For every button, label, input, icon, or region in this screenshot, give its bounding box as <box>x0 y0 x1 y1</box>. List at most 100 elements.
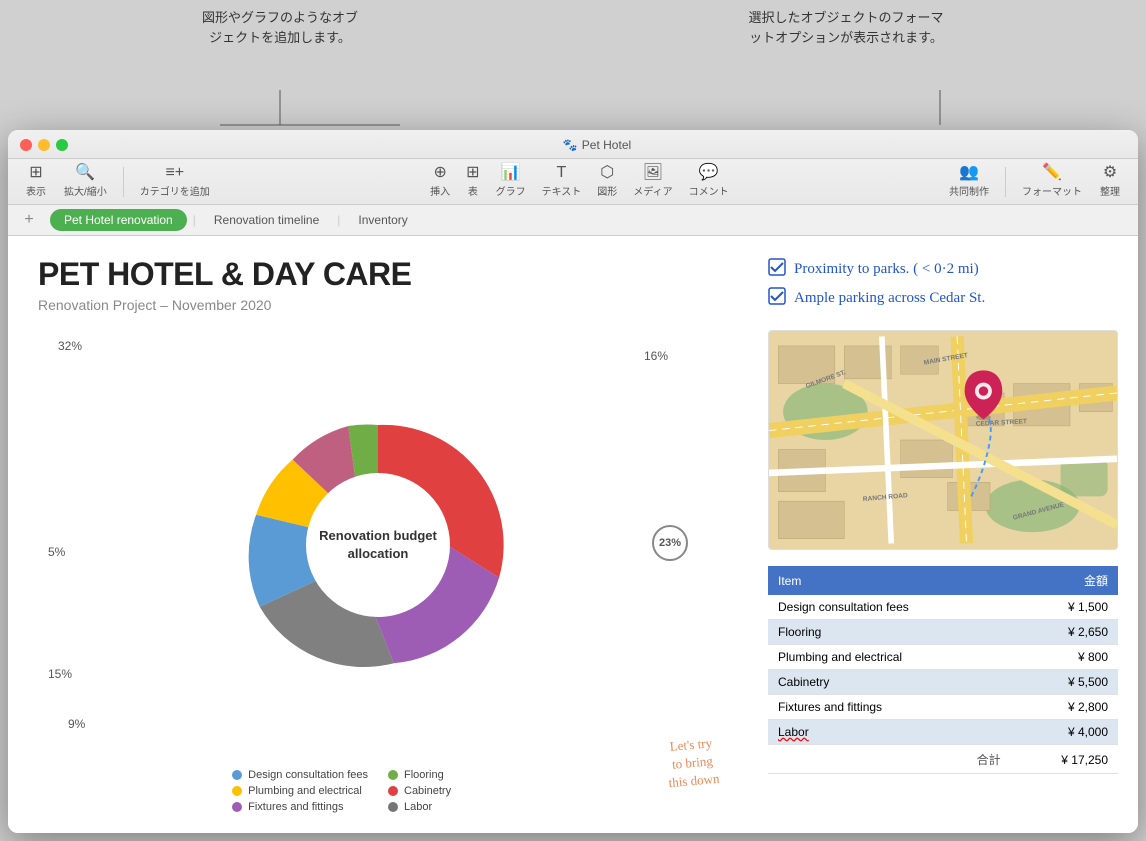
handwriting-annotation: Let's tryto bringthis down <box>665 734 720 793</box>
legend-label-plumbing: Plumbing and electrical <box>248 785 362 797</box>
legend-cabinetry: Cabinetry <box>388 785 524 797</box>
toolbar-separator-1 <box>123 167 124 197</box>
note-line1: Proximity to parks. ( < 0·2 mi) <box>794 256 979 283</box>
table-header-item: Item <box>768 566 1011 595</box>
comment-icon: 💬 <box>699 165 719 181</box>
labor-text: Labor <box>778 725 809 739</box>
annotations: 図形やグラフのようなオブジェクトを追加します。 選択したオブジェクトのフォーマッ… <box>0 0 1146 130</box>
maximize-button[interactable] <box>56 139 68 151</box>
close-button[interactable] <box>20 139 32 151</box>
chart-center-line2: allocation <box>348 546 409 561</box>
table-cell-amount: ¥ 5,500 <box>1011 670 1118 695</box>
table-label: 表 <box>468 183 478 198</box>
legend-dot-plumbing <box>232 786 242 796</box>
tab-renovation-timeline[interactable]: Renovation timeline <box>198 207 335 233</box>
table-cell-item: Fixtures and fittings <box>768 695 1011 720</box>
table-cell-amount: ¥ 2,650 <box>1011 620 1118 645</box>
tab-label-3: Inventory <box>358 213 407 227</box>
table-row: Design consultation fees ¥ 1,500 <box>768 595 1118 620</box>
chart-legend: Design consultation fees Flooring Plumbi… <box>212 769 544 813</box>
minimize-button[interactable] <box>38 139 50 151</box>
budget-table: Item 金額 Design consultation fees ¥ 1,500… <box>768 566 1118 774</box>
tab-pet-hotel-renovation[interactable]: Pet Hotel renovation <box>50 209 187 231</box>
text-button[interactable]: T テキスト <box>536 163 588 200</box>
legend-plumbing: Plumbing and electrical <box>232 785 368 797</box>
insert-label: 挿入 <box>430 183 450 198</box>
legend-label-labor: Labor <box>404 801 432 813</box>
table-cell-item: Plumbing and electrical <box>768 645 1011 670</box>
table-cell-item: Flooring <box>768 620 1011 645</box>
tabbar: + Pet Hotel renovation | Renovation time… <box>8 205 1138 236</box>
comment-button[interactable]: 💬 コメント <box>683 163 735 200</box>
table-cell-item: Design consultation fees <box>768 595 1011 620</box>
percent-32: 32% <box>58 339 82 353</box>
tab-inventory[interactable]: Inventory <box>342 207 423 233</box>
window-title-icon: 🐾 <box>563 138 578 152</box>
shapes-button[interactable]: ⬡ 図形 <box>591 163 623 200</box>
legend-label-design: Design consultation fees <box>248 769 368 781</box>
window-title-text: Pet Hotel <box>582 138 631 152</box>
left-panel: PET HOTEL & DAY CARE Renovation Project … <box>8 236 748 833</box>
view-label: 表示 <box>26 183 46 198</box>
table-button[interactable]: ⊞ 表 <box>460 163 485 200</box>
chart-center-line1: Renovation budget <box>319 528 437 543</box>
organize-label: 整理 <box>1100 183 1120 198</box>
table-total-row: 合計 ¥ 17,250 <box>768 745 1118 774</box>
chart-with-labels: 32% 5% 15% 9% 16% <box>38 329 718 761</box>
annotation-right: 選択したオブジェクトのフォーマットオプションが表示されます。 <box>746 8 946 47</box>
table-cell-amount: ¥ 4,000 <box>1011 720 1118 745</box>
organize-button[interactable]: ⚙ 整理 <box>1094 163 1126 200</box>
table-total-label: 合計 <box>768 745 1011 774</box>
percent-5: 5% <box>48 545 65 559</box>
percent-16: 16% <box>644 349 668 363</box>
view-icon: ⊞ <box>29 165 42 181</box>
legend-flooring: Flooring <box>388 769 524 781</box>
callout-text: 23% <box>659 537 681 549</box>
toolbar-right: 👥 共同制作 ✏️ フォーマット ⚙ 整理 <box>943 163 1126 200</box>
app-window: 🐾 Pet Hotel ⊞ 表示 🔍 拡大/縮小 ≡+ カテゴリを追加 ⊕ <box>8 130 1138 833</box>
percent-15: 15% <box>48 667 72 681</box>
chart-icon: 📊 <box>501 165 521 181</box>
format-button[interactable]: ✏️ フォーマット <box>1016 163 1088 200</box>
legend-dot-cabinetry <box>388 786 398 796</box>
donut-center-text: Renovation budget allocation <box>318 527 438 563</box>
table-row: Plumbing and electrical ¥ 800 <box>768 645 1118 670</box>
toolbar-center: ⊕ 挿入 ⊞ 表 📊 グラフ T テキスト ⬡ 図形 🖼 メディア <box>220 163 939 200</box>
legend-label-fixtures: Fixtures and fittings <box>248 801 343 813</box>
legend-label-flooring: Flooring <box>404 769 444 781</box>
category-button[interactable]: ≡+ カテゴリを追加 <box>134 163 216 200</box>
map: MAIN STREET CEDAR STREET GILMORE ST. RAN… <box>768 330 1118 550</box>
format-icon: ✏️ <box>1042 165 1062 181</box>
callout-23-area: 23% <box>652 525 688 561</box>
organize-icon: ⚙ <box>1103 165 1117 181</box>
format-label: フォーマット <box>1022 183 1082 198</box>
insert-button[interactable]: ⊕ 挿入 <box>424 163 456 200</box>
zoom-button[interactable]: 🔍 拡大/縮小 <box>58 163 113 200</box>
map-svg: MAIN STREET CEDAR STREET GILMORE ST. RAN… <box>769 331 1117 549</box>
titlebar: 🐾 Pet Hotel <box>8 130 1138 159</box>
toolbar: ⊞ 表示 🔍 拡大/縮小 ≡+ カテゴリを追加 ⊕ 挿入 ⊞ 表 <box>8 159 1138 205</box>
checkbox-item-2: Ample parking across Cedar St. <box>768 285 1118 312</box>
table-row: Fixtures and fittings ¥ 2,800 <box>768 695 1118 720</box>
chart-area: 32% 5% 15% 9% 16% <box>38 329 718 813</box>
collab-icon: 👥 <box>959 165 979 181</box>
table-cell-item: Cabinetry <box>768 670 1011 695</box>
media-button[interactable]: 🖼 メディア <box>627 163 678 200</box>
chart-button[interactable]: 📊 グラフ <box>490 163 532 200</box>
view-button[interactable]: ⊞ 表示 <box>20 163 52 200</box>
table-row: Cabinetry ¥ 5,500 <box>768 670 1118 695</box>
shapes-icon: ⬡ <box>600 165 614 181</box>
category-icon: ≡+ <box>165 165 184 181</box>
toolbar-separator-2 <box>1005 167 1006 197</box>
percent-9: 9% <box>68 717 85 731</box>
text-icon: T <box>557 165 567 181</box>
donut-chart: Renovation budget allocation <box>248 415 508 675</box>
collab-button[interactable]: 👥 共同制作 <box>943 163 995 200</box>
document-subtitle: Renovation Project – November 2020 <box>38 297 718 313</box>
checkbox-1-icon <box>768 258 786 276</box>
add-tab-button[interactable]: + <box>20 211 38 229</box>
text-label: テキスト <box>542 183 582 198</box>
annotation-left: 図形やグラフのようなオブジェクトを追加します。 <box>200 8 360 47</box>
table-cell-item: Labor <box>768 720 1011 745</box>
tab-label-2: Renovation timeline <box>214 213 319 227</box>
